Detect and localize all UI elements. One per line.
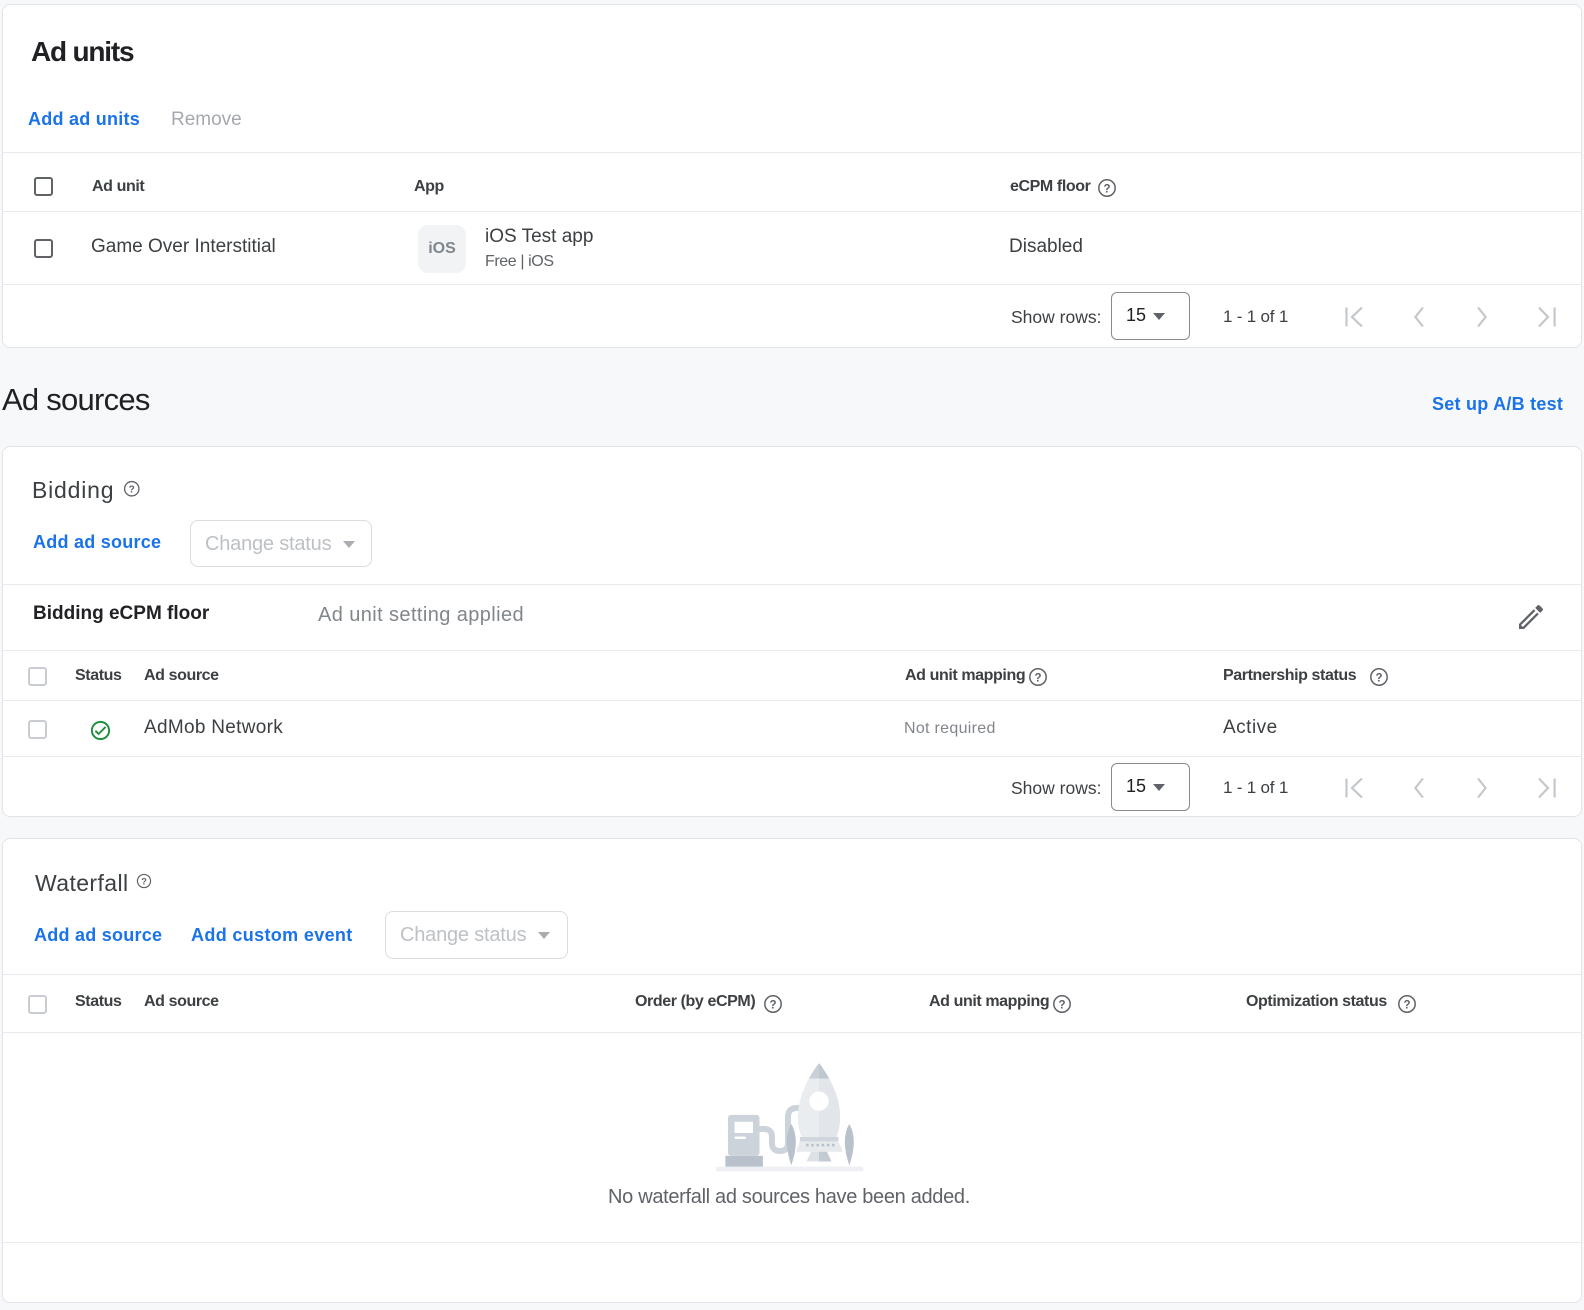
svg-text:?: ? <box>1034 673 1041 685</box>
svg-text:?: ? <box>1058 1000 1065 1012</box>
svg-text:?: ? <box>129 485 135 496</box>
svg-text:?: ? <box>1103 184 1110 196</box>
svg-text:?: ? <box>1375 673 1382 685</box>
svg-text:?: ? <box>141 877 147 887</box>
svg-text:?: ? <box>769 1000 776 1012</box>
svg-text:?: ? <box>1403 1000 1410 1012</box>
